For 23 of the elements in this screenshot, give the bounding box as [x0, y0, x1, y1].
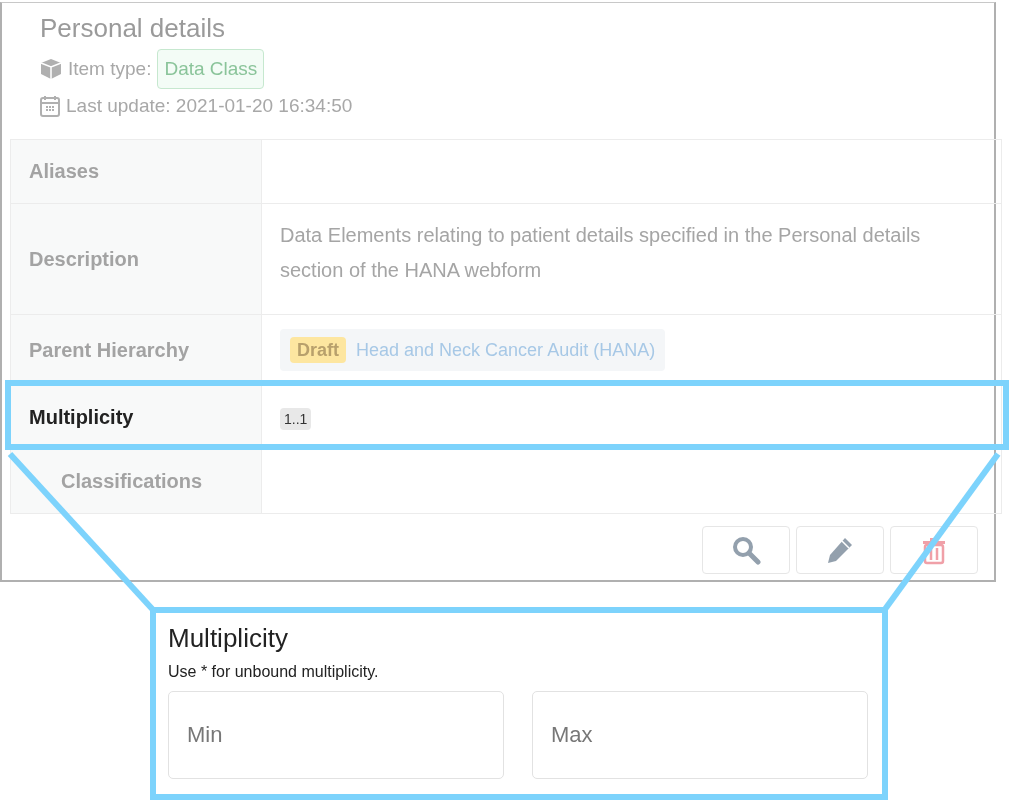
last-update-text: Last update: 2021-01-20 16:34:50 [66, 95, 353, 117]
edit-button[interactable] [796, 526, 884, 574]
property-label: Description [10, 203, 262, 315]
trash-icon [921, 535, 947, 565]
property-label: Aliases [10, 139, 262, 204]
input-field[interactable]: Min [168, 691, 504, 779]
search-icon [731, 535, 761, 565]
search-button[interactable] [702, 526, 790, 574]
pencil-icon [825, 535, 855, 565]
property-value: Data Elements relating to patient details specified in the Personal details section of the HANA webform [280, 224, 921, 281]
hint-text: Use * for unbound multiplicity. [168, 663, 380, 681]
item-type-label: Item type: [68, 58, 152, 80]
card-title: Personal details [40, 13, 226, 43]
hierarchy-link[interactable]: Head and Neck Cancer Audit (HANA) [356, 338, 656, 362]
property-label: Classifications [10, 449, 262, 514]
calendar-icon [40, 95, 60, 117]
input-field[interactable]: Max [532, 691, 868, 779]
callout-title: Multiplicity [168, 622, 289, 655]
status-badge: Draft [290, 337, 346, 363]
item-type-badge: Data Class [157, 49, 265, 89]
cube-icon [40, 58, 62, 80]
multiplicity-tag: 1..1 [280, 408, 312, 430]
delete-button[interactable] [890, 526, 978, 574]
